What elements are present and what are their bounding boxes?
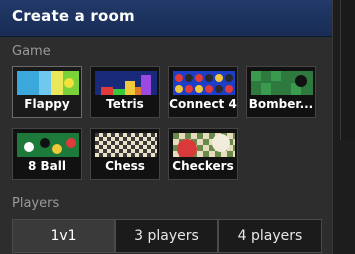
game-tile-flappy[interactable]: Flappy [12,66,82,118]
tetris-icon [95,71,157,95]
game-tile-label: Connect 4 [169,97,237,111]
game-tile-checkers[interactable]: Checkers [168,128,238,180]
bomber-icon [251,71,313,95]
panel-title: Create a room [12,7,135,25]
eight-ball-icon [17,133,79,157]
title-bar: Create a room [0,0,332,37]
players-section-label: Players [12,196,60,211]
players-1v1-button[interactable]: 1v1 [12,219,115,253]
flappy-icon [17,71,79,95]
game-tile-label: 8 Ball [28,159,66,173]
chess-icon [95,133,157,157]
side-scrollbar[interactable] [340,0,355,140]
game-tile-bomber[interactable]: Bomber... [246,66,316,118]
players-3-button[interactable]: 3 players [115,219,218,253]
game-tile-label: Tetris [106,97,144,111]
create-room-panel: Create a room Game Flappy Tetris Connect… [0,0,333,254]
game-tile-label: Flappy [24,97,70,111]
checkers-icon [173,133,235,157]
game-section-label: Game [12,44,51,59]
connect-four-icon [173,71,235,95]
game-tile-label: Checkers [172,159,234,173]
game-tile-label: Bomber... [248,97,314,111]
game-tile-connect4[interactable]: Connect 4 [168,66,238,118]
game-tile-8ball[interactable]: 8 Ball [12,128,82,180]
players-4-button[interactable]: 4 players [218,219,322,253]
game-tile-chess[interactable]: Chess [90,128,160,180]
game-tile-tetris[interactable]: Tetris [90,66,160,118]
game-tile-label: Chess [105,159,145,173]
